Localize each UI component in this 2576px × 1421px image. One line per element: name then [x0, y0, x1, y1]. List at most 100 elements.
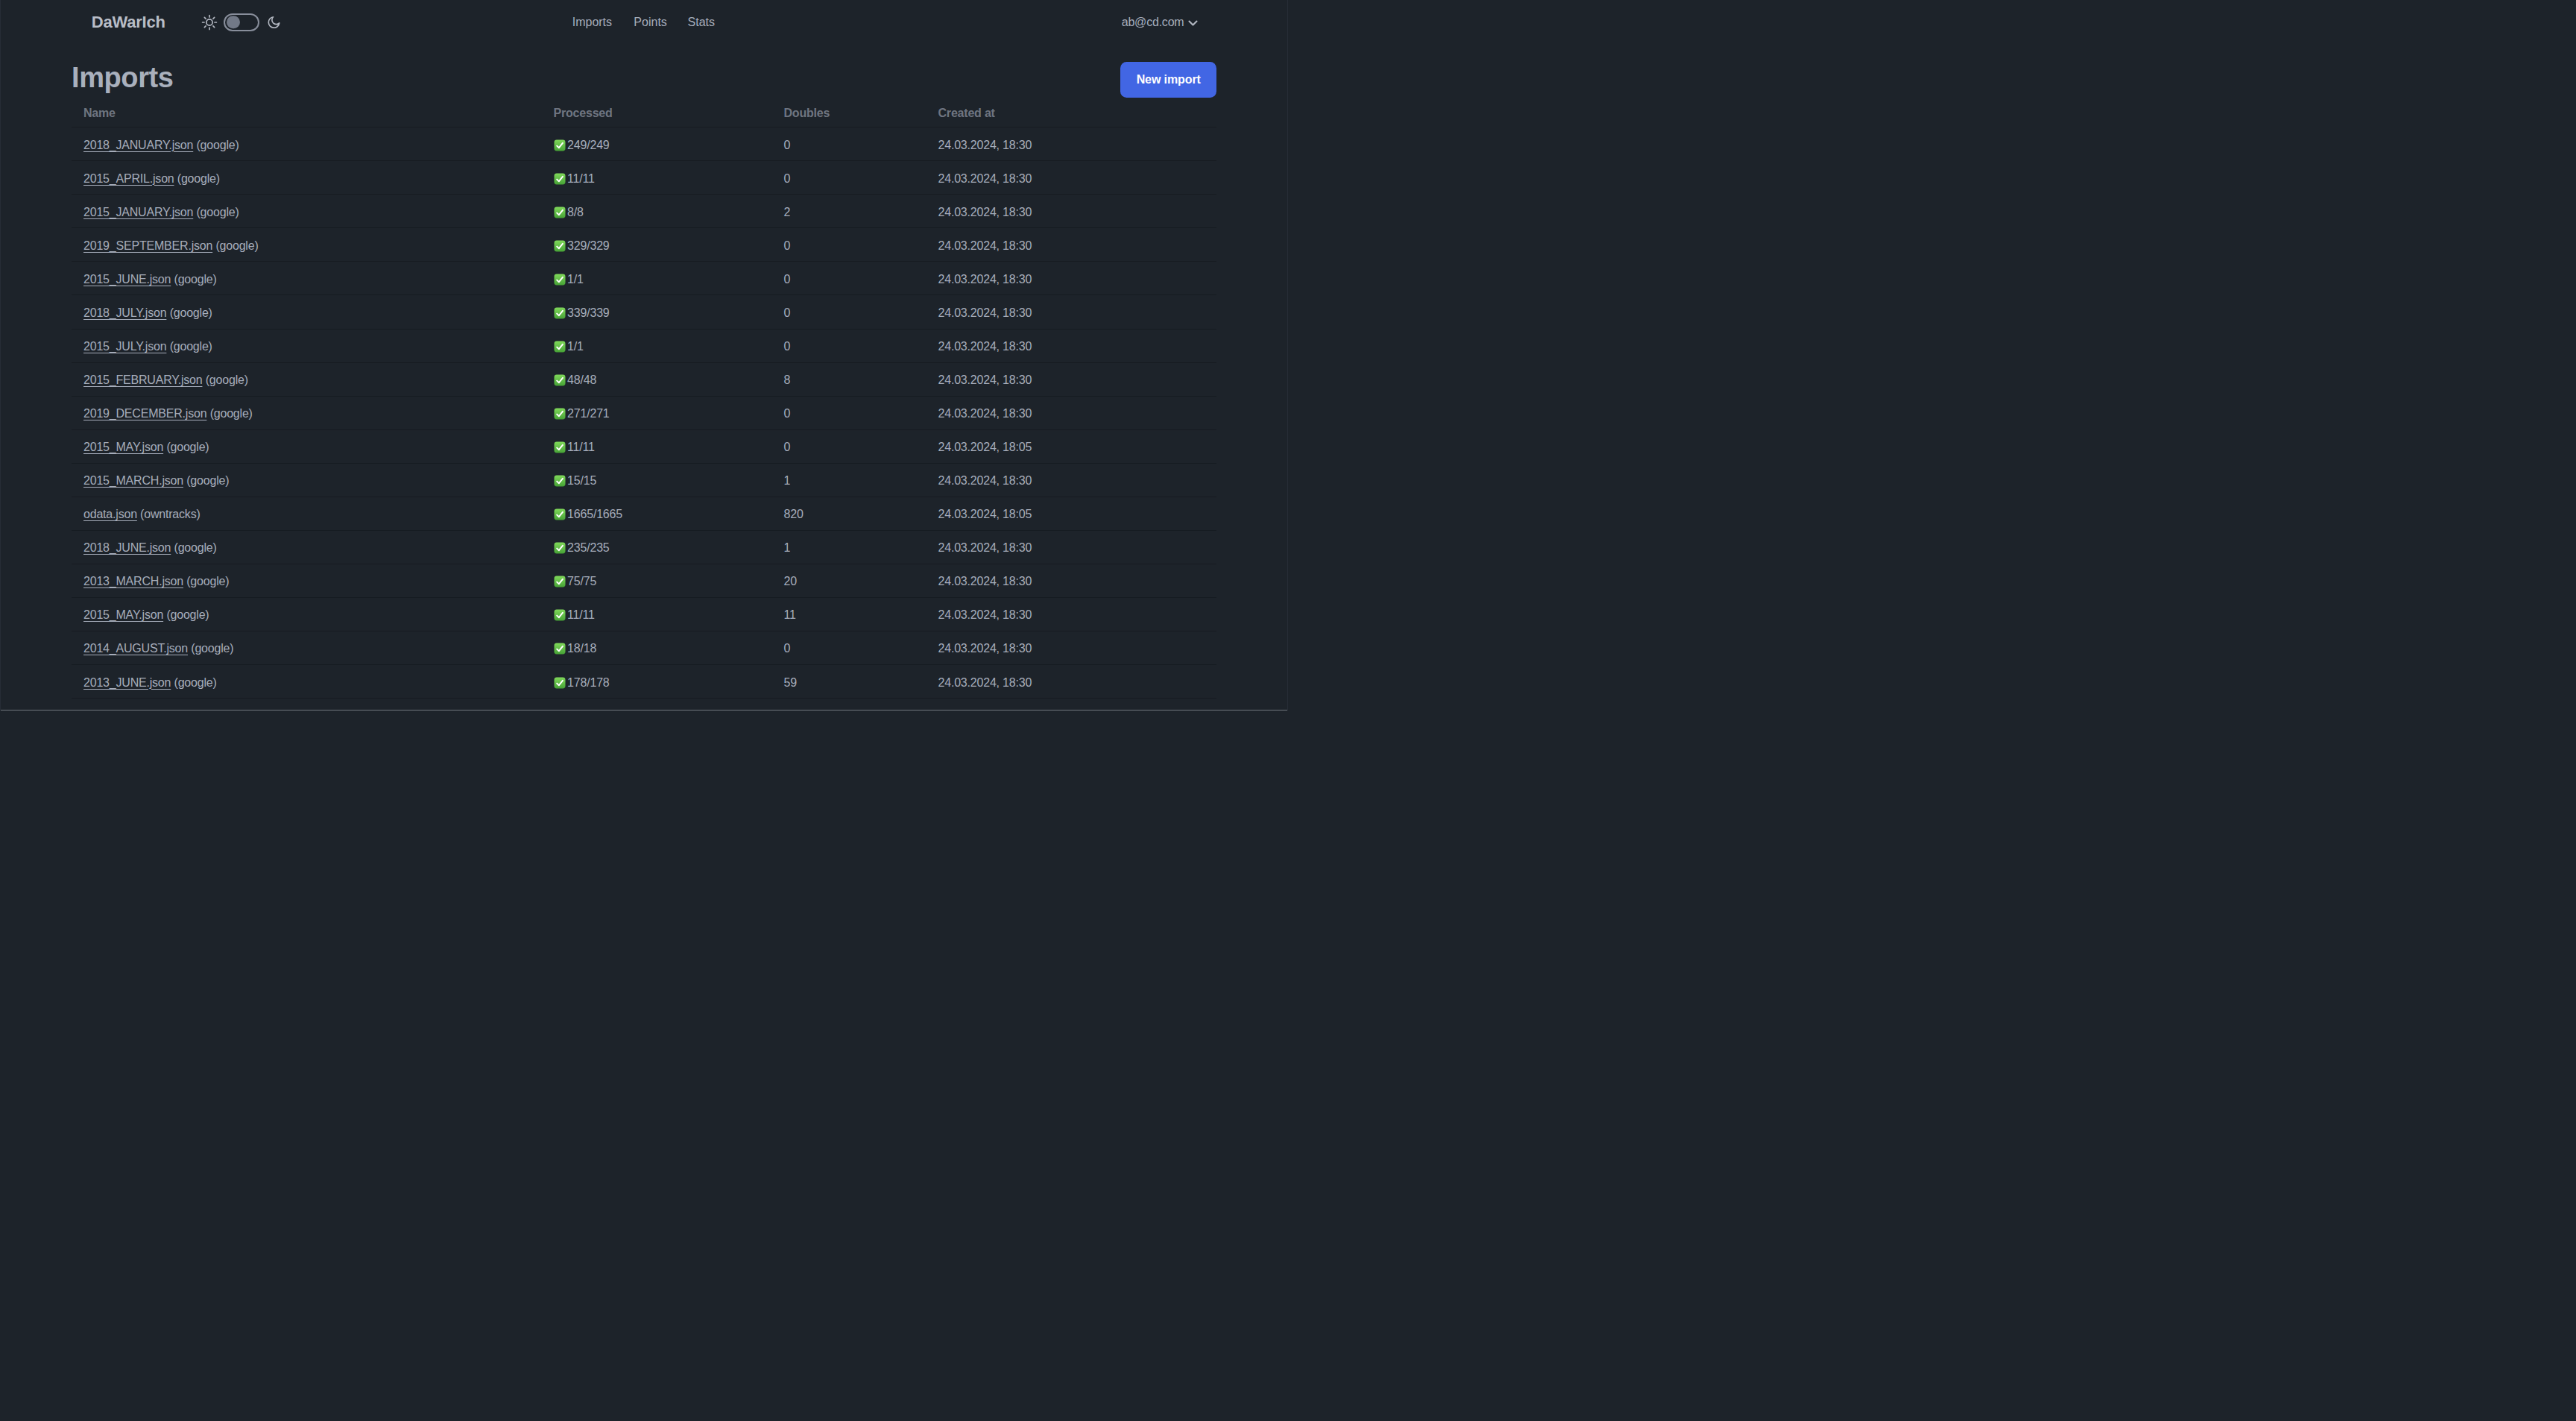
created-at-cell: 24.03.2024, 18:30 — [926, 262, 1217, 295]
user-email: ab@cd.com — [1122, 16, 1184, 29]
import-source: (owntracks) — [140, 508, 200, 520]
import-file-link[interactable]: 2013_JUNE.json — [83, 676, 171, 689]
doubles-cell: 0 — [772, 429, 926, 463]
created-at-cell: 24.03.2024, 18:30 — [926, 631, 1217, 664]
processed-cell: 15/15 — [542, 463, 772, 497]
import-file-link[interactable]: 2015_MAY.json — [83, 608, 163, 621]
processed-count: 1665/1665 — [567, 508, 622, 520]
table-row: 2015_JUNE.json (google) 1/1024.03.2024, … — [72, 262, 1216, 295]
theme-toggle-knob — [227, 16, 240, 29]
nav-link-stats[interactable]: Stats — [688, 16, 715, 29]
import-source: (google) — [170, 306, 212, 319]
check-success-icon — [554, 408, 566, 420]
check-success-icon — [554, 307, 566, 319]
created-at-cell — [926, 699, 1217, 710]
doubles-cell: 0 — [772, 396, 926, 429]
table-row: 2013_JUNE.json (google) 178/1785924.03.2… — [72, 664, 1216, 698]
created-at-cell: 24.03.2024, 18:30 — [926, 463, 1217, 497]
import-file-link[interactable]: 2015_APRIL.json — [83, 172, 174, 185]
import-file-link[interactable]: 2015_MARCH.json — [83, 474, 183, 487]
created-at-cell: 24.03.2024, 18:30 — [926, 228, 1217, 262]
doubles-cell: 2 — [772, 195, 926, 228]
import-name-cell: 2015_APRIL.json (google) — [72, 161, 542, 195]
import-source: (google) — [166, 608, 209, 621]
table-row: 2015_MAY.json (google) 11/11024.03.2024,… — [72, 429, 1216, 463]
navbar: DaWarIch Imports Points Stats — [0, 0, 1288, 44]
table-row-partial — [72, 699, 1216, 710]
import-source: (google) — [191, 642, 233, 655]
check-success-icon — [554, 207, 566, 218]
screen-right-edge — [1287, 0, 1288, 710]
import-file-link[interactable]: 2014_AUGUST.json — [83, 642, 188, 655]
import-file-link[interactable]: 2015_JUNE.json — [83, 273, 171, 286]
import-name-cell: 2015_JANUARY.json (google) — [72, 195, 542, 228]
doubles-cell: 820 — [772, 497, 926, 530]
processed-cell: 178/178 — [542, 664, 772, 698]
import-file-link[interactable]: 2015_JULY.json — [83, 340, 166, 353]
import-file-link[interactable]: 2018_JULY.json — [83, 306, 166, 319]
theme-toggle[interactable] — [224, 13, 259, 31]
import-source: (google) — [215, 239, 258, 252]
doubles-cell — [772, 699, 926, 710]
doubles-cell: 8 — [772, 362, 926, 396]
processed-cell: 48/48 — [542, 362, 772, 396]
created-at-cell: 24.03.2024, 18:30 — [926, 362, 1217, 396]
brand-logo[interactable]: DaWarIch — [92, 13, 165, 32]
doubles-cell: 0 — [772, 329, 926, 362]
screen-left-edge — [0, 0, 1, 710]
doubles-cell: 1 — [772, 530, 926, 564]
import-file-link[interactable]: odata.json — [83, 508, 137, 520]
import-file-link[interactable]: 2018_JANUARY.json — [83, 139, 193, 151]
processed-cell: 1665/1665 — [542, 497, 772, 530]
doubles-cell: 1 — [772, 463, 926, 497]
import-file-link[interactable]: 2018_JUNE.json — [83, 541, 171, 554]
import-file-link[interactable]: 2015_JANUARY.json — [83, 206, 193, 218]
import-name-cell: 2019_SEPTEMBER.json (google) — [72, 228, 542, 262]
created-at-cell: 24.03.2024, 18:05 — [926, 429, 1217, 463]
check-success-icon — [554, 274, 566, 286]
table-row: 2015_APRIL.json (google) 11/11024.03.202… — [72, 161, 1216, 195]
check-success-icon — [554, 374, 566, 386]
app-window: DaWarIch Imports Points Stats — [0, 0, 1288, 710]
processed-cell: 75/75 — [542, 564, 772, 597]
user-menu[interactable]: ab@cd.com — [1122, 16, 1198, 29]
table-row: 2018_JANUARY.json (google) 249/249024.03… — [72, 127, 1216, 161]
import-name-cell: 2015_JULY.json (google) — [72, 329, 542, 362]
processed-count: 18/18 — [567, 642, 596, 655]
nav-link-points[interactable]: Points — [634, 16, 666, 29]
table-row: odata.json (owntracks) 1665/166582024.03… — [72, 497, 1216, 530]
processed-count: 15/15 — [567, 474, 596, 487]
import-source: (google) — [196, 206, 239, 218]
table-row: 2013_MARCH.json (google) 75/752024.03.20… — [72, 564, 1216, 597]
import-file-link[interactable]: 2015_MAY.json — [83, 441, 163, 453]
doubles-cell: 0 — [772, 262, 926, 295]
processed-cell: 329/329 — [542, 228, 772, 262]
column-header-created-at: Created at — [926, 94, 1217, 127]
import-source: (google) — [177, 172, 220, 185]
check-success-icon — [554, 609, 566, 621]
created-at-cell: 24.03.2024, 18:30 — [926, 127, 1217, 161]
import-file-link[interactable]: 2019_SEPTEMBER.json — [83, 239, 212, 252]
import-file-link[interactable]: 2019_DECEMBER.json — [83, 407, 206, 420]
import-name-cell: 2015_MAY.json (google) — [72, 597, 542, 631]
import-name-cell: 2013_JUNE.json (google) — [72, 664, 542, 698]
check-success-icon — [554, 576, 566, 587]
processed-cell: 8/8 — [542, 195, 772, 228]
import-file-link[interactable]: 2013_MARCH.json — [83, 575, 183, 587]
table-row: 2015_FEBRUARY.json (google) 48/48824.03.… — [72, 362, 1216, 396]
import-source: (google) — [186, 474, 229, 487]
check-success-icon — [554, 139, 566, 151]
nav-link-imports[interactable]: Imports — [572, 16, 612, 29]
doubles-cell: 0 — [772, 127, 926, 161]
check-success-icon — [554, 173, 566, 185]
created-at-cell: 24.03.2024, 18:30 — [926, 564, 1217, 597]
import-file-link[interactable]: 2015_FEBRUARY.json — [83, 374, 202, 386]
processed-count: 1/1 — [567, 273, 584, 286]
processed-cell: 249/249 — [542, 127, 772, 161]
created-at-cell: 24.03.2024, 18:30 — [926, 295, 1217, 329]
table-row: 2018_JULY.json (google) 339/339024.03.20… — [72, 295, 1216, 329]
processed-count: 11/11 — [567, 172, 595, 185]
table-row: 2019_SEPTEMBER.json (google) 329/329024.… — [72, 228, 1216, 262]
processed-cell: 271/271 — [542, 396, 772, 429]
new-import-button[interactable]: New import — [1120, 62, 1216, 98]
